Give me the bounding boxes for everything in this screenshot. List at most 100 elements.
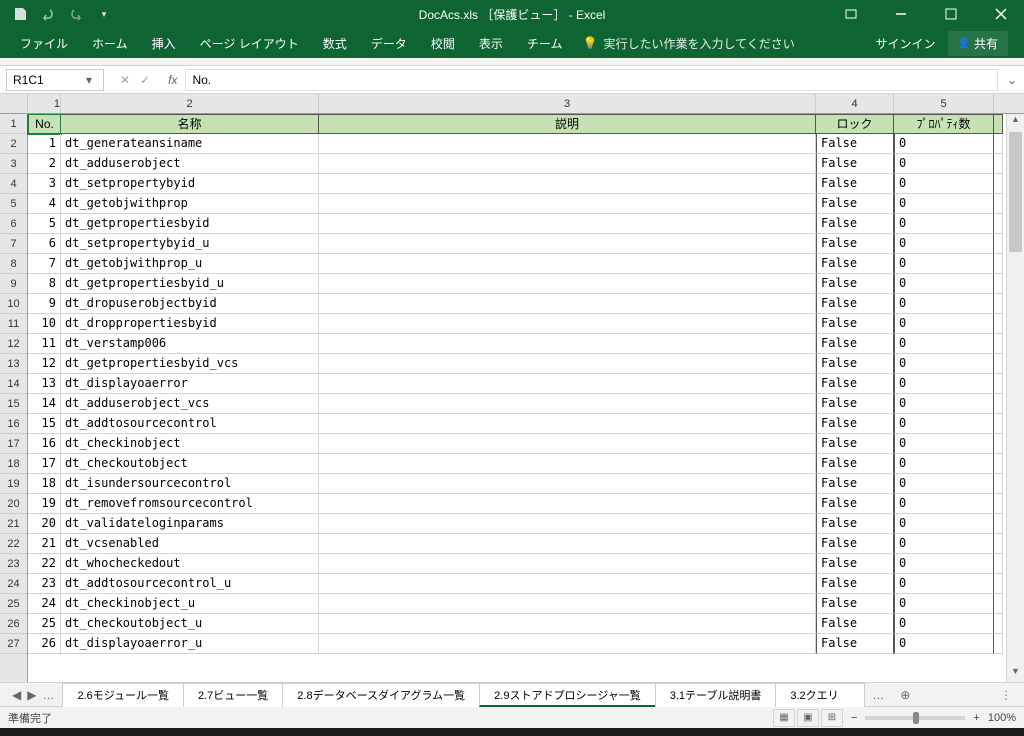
tab-insert[interactable]: 挿入 (140, 28, 188, 58)
cell[interactable]: False (816, 274, 894, 294)
cell[interactable]: dt_setpropertybyid_u (61, 234, 319, 254)
sheet-tab[interactable]: 3.2クエリ説… (775, 683, 865, 707)
cell[interactable]: 0 (894, 174, 994, 194)
cell[interactable]: 0 (894, 594, 994, 614)
cell[interactable]: 0 (894, 454, 994, 474)
cell[interactable] (994, 454, 1003, 474)
cancel-icon[interactable]: ✕ (120, 73, 130, 87)
cell[interactable] (994, 214, 1003, 234)
cell[interactable]: False (816, 414, 894, 434)
cell[interactable]: False (816, 454, 894, 474)
cell[interactable] (319, 154, 816, 174)
undo-icon[interactable] (40, 6, 56, 22)
zoom-out-icon[interactable]: − (851, 712, 857, 724)
cell[interactable] (319, 374, 816, 394)
row-header[interactable]: 21 (0, 514, 27, 534)
cell[interactable]: dt_checkoutobject (61, 454, 319, 474)
col-header[interactable]: 5 (894, 94, 994, 113)
sheet-nav-prev-icon[interactable]: ◀ (12, 688, 21, 702)
sheet-more-icon[interactable]: … (864, 688, 892, 702)
cell[interactable] (319, 634, 816, 654)
cell[interactable] (319, 334, 816, 354)
cell[interactable]: 19 (28, 494, 61, 514)
cell[interactable]: 0 (894, 374, 994, 394)
cell[interactable] (994, 394, 1003, 414)
cell[interactable]: 21 (28, 534, 61, 554)
cell[interactable] (319, 194, 816, 214)
cell[interactable]: 10 (28, 314, 61, 334)
cell[interactable]: 13 (28, 374, 61, 394)
zoom-slider[interactable] (865, 716, 965, 720)
cell[interactable]: dt_addtosourcecontrol_u (61, 574, 319, 594)
cell[interactable]: dt_getpropertiesbyid (61, 214, 319, 234)
cell[interactable] (994, 274, 1003, 294)
cell[interactable]: dt_adduserobject_vcs (61, 394, 319, 414)
select-all-corner[interactable] (0, 94, 28, 114)
cell[interactable] (319, 574, 816, 594)
cell[interactable]: False (816, 534, 894, 554)
scroll-down-icon[interactable]: ▼ (1007, 666, 1024, 682)
row-header[interactable]: 18 (0, 454, 27, 474)
normal-view-icon[interactable]: ▦ (773, 709, 795, 727)
cell[interactable]: 0 (894, 354, 994, 374)
row-header[interactable]: 7 (0, 234, 27, 254)
cell[interactable]: False (816, 434, 894, 454)
cell[interactable]: False (816, 254, 894, 274)
cell[interactable]: 0 (894, 514, 994, 534)
enter-icon[interactable]: ✓ (140, 73, 150, 87)
cell[interactable] (319, 354, 816, 374)
cell[interactable]: 0 (894, 134, 994, 154)
cell[interactable]: False (816, 334, 894, 354)
cell[interactable]: 20 (28, 514, 61, 534)
tab-formulas[interactable]: 数式 (311, 28, 359, 58)
col-header[interactable]: 3 (319, 94, 816, 113)
cell[interactable]: 0 (894, 614, 994, 634)
row-header[interactable]: 19 (0, 474, 27, 494)
cell[interactable]: 6 (28, 234, 61, 254)
cell[interactable]: False (816, 554, 894, 574)
cell[interactable]: 22 (28, 554, 61, 574)
row-header[interactable]: 8 (0, 254, 27, 274)
cell[interactable]: dt_removefromsourcecontrol (61, 494, 319, 514)
cell[interactable] (319, 594, 816, 614)
cell[interactable]: dt_validateloginparams (61, 514, 319, 534)
row-header[interactable]: 27 (0, 634, 27, 654)
cell[interactable]: False (816, 194, 894, 214)
cell[interactable] (319, 274, 816, 294)
row-header[interactable]: 6 (0, 214, 27, 234)
cell[interactable]: dt_getpropertiesbyid_u (61, 274, 319, 294)
cell[interactable]: 2 (28, 154, 61, 174)
tab-page-layout[interactable]: ページ レイアウト (188, 28, 311, 58)
row-header[interactable]: 3 (0, 154, 27, 174)
cell[interactable]: False (816, 394, 894, 414)
cell[interactable]: dt_addtosourcecontrol (61, 414, 319, 434)
cell[interactable]: False (816, 494, 894, 514)
row-header[interactable]: 16 (0, 414, 27, 434)
scroll-up-icon[interactable]: ▲ (1007, 114, 1024, 130)
cell[interactable] (994, 494, 1003, 514)
formula-expand-icon[interactable]: ⌄ (1004, 73, 1020, 87)
cell[interactable]: False (816, 294, 894, 314)
col-header[interactable]: 4 (816, 94, 894, 113)
cell[interactable]: False (816, 514, 894, 534)
signin-button[interactable]: サインイン (864, 35, 948, 52)
cell[interactable]: False (816, 134, 894, 154)
cell[interactable]: dt_displayoaerror (61, 374, 319, 394)
cell[interactable] (994, 254, 1003, 274)
cell[interactable]: dt_setpropertybyid (61, 174, 319, 194)
cell[interactable] (994, 134, 1003, 154)
cell[interactable]: 0 (894, 554, 994, 574)
tab-file[interactable]: ファイル (8, 28, 80, 58)
cell[interactable]: 23 (28, 574, 61, 594)
cell[interactable]: dt_displayoaerror_u (61, 634, 319, 654)
cell[interactable]: 0 (894, 434, 994, 454)
cell[interactable] (319, 254, 816, 274)
cell[interactable]: dt_vcsenabled (61, 534, 319, 554)
row-header[interactable]: 4 (0, 174, 27, 194)
cell[interactable] (994, 294, 1003, 314)
row-header[interactable]: 25 (0, 594, 27, 614)
cell[interactable] (319, 514, 816, 534)
cell[interactable]: 0 (894, 334, 994, 354)
cell[interactable] (319, 474, 816, 494)
cell[interactable]: 0 (894, 294, 994, 314)
